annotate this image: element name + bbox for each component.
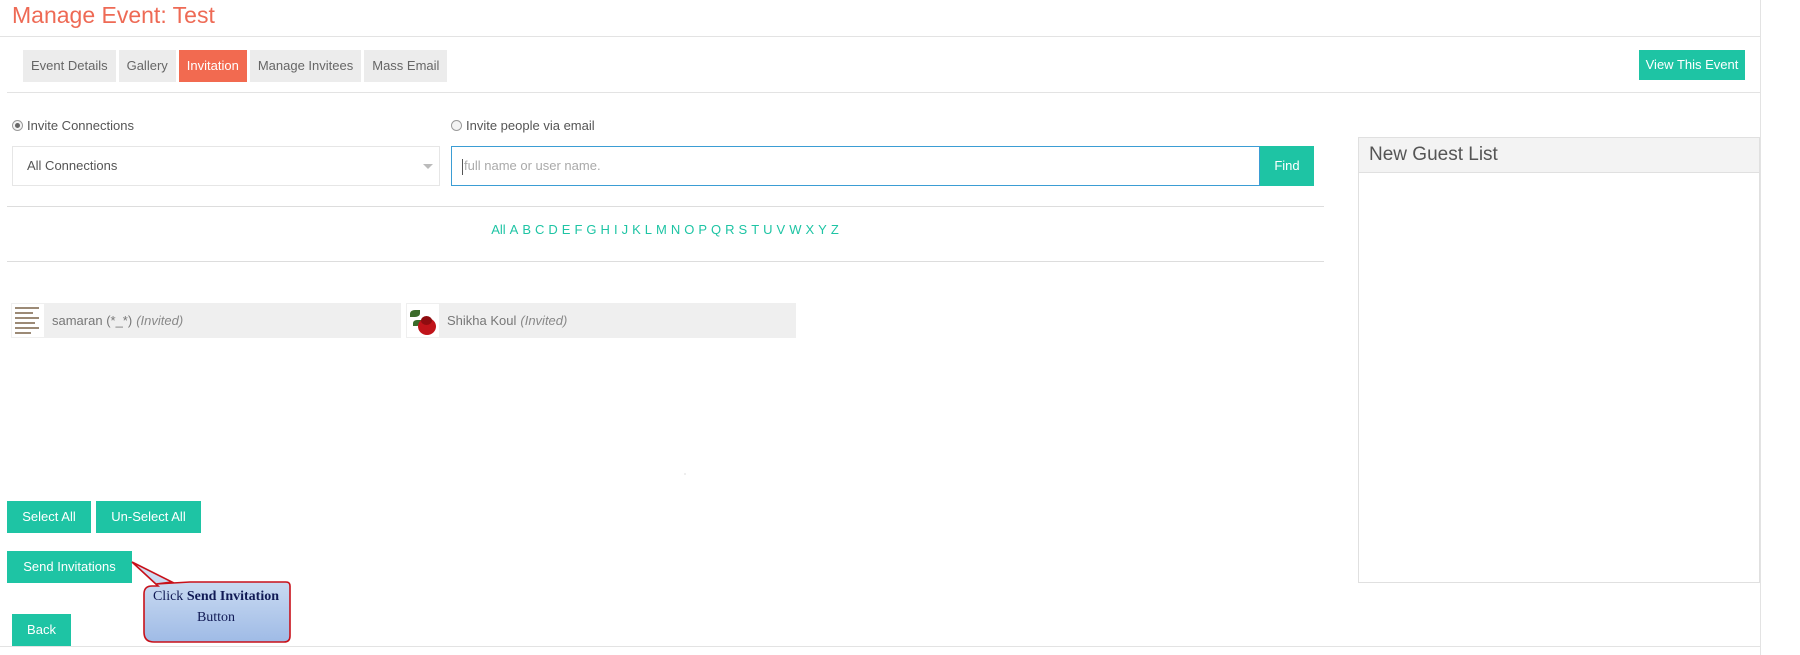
send-invitations-button[interactable]: Send Invitations (7, 551, 132, 583)
guest-list-title: New Guest List (1359, 138, 1759, 173)
footer-divider (0, 646, 1760, 647)
letter-filter-h[interactable]: H (601, 222, 610, 237)
search-placeholder: full name or user name. (464, 158, 601, 173)
letter-filter-all[interactable]: All (491, 222, 505, 237)
tabs-divider (7, 92, 1760, 93)
content-right-border (1760, 0, 1761, 655)
decorative-dot (684, 473, 686, 475)
connections-select[interactable]: All Connections (12, 146, 440, 186)
tab-event-details[interactable]: Event Details (23, 50, 116, 82)
letter-filter-k[interactable]: K (632, 222, 641, 237)
letter-filter-q[interactable]: Q (711, 222, 721, 237)
invite-email-label: Invite people via email (466, 118, 595, 133)
letter-filter-i[interactable]: I (614, 222, 618, 237)
header-divider (0, 36, 1760, 37)
tab-mass-email[interactable]: Mass Email (364, 50, 448, 82)
event-tabs: Event Details Gallery Invitation Manage … (23, 50, 448, 82)
letter-filter-u[interactable]: U (763, 222, 772, 237)
text-cursor (462, 158, 463, 175)
tab-gallery[interactable]: Gallery (118, 50, 176, 82)
letter-filter-y[interactable]: Y (818, 222, 827, 237)
search-input[interactable]: full name or user name. (451, 146, 1260, 186)
connection-name: Shikha Koul (447, 313, 517, 328)
invite-email-radio[interactable] (451, 120, 462, 131)
guest-list-panel: New Guest List (1358, 137, 1760, 583)
back-button[interactable]: Back (12, 614, 71, 646)
letter-filter-s[interactable]: S (739, 222, 748, 237)
letter-filter-n[interactable]: N (671, 222, 680, 237)
letter-filter-m[interactable]: M (656, 222, 667, 237)
page-title: Manage Event: Test (12, 2, 215, 28)
letter-filter-t[interactable]: T (751, 222, 759, 237)
search-divider (7, 206, 1324, 207)
letter-filter-x[interactable]: X (805, 222, 814, 237)
connection-card[interactable]: Shikha Koul (Invited) (406, 303, 796, 338)
tab-manage-invitees[interactable]: Manage Invitees (249, 50, 362, 82)
letter-filter-j[interactable]: J (622, 222, 629, 237)
connection-status: (Invited) (520, 313, 568, 328)
letter-filter-o[interactable]: O (684, 222, 694, 237)
chevron-down-icon (423, 164, 433, 169)
connection-name: samaran (*_*) (52, 313, 133, 328)
letter-filter-f[interactable]: F (574, 222, 582, 237)
letter-filter-w[interactable]: W (789, 222, 801, 237)
rose-icon (407, 304, 439, 337)
invite-connections-radio[interactable] (12, 120, 23, 131)
letter-filter-p[interactable]: P (698, 222, 707, 237)
select-all-button[interactable]: Select All (7, 501, 91, 533)
letter-filter-e[interactable]: E (562, 222, 571, 237)
letter-filter-z[interactable]: Z (831, 222, 839, 237)
letter-filter-l[interactable]: L (645, 222, 652, 237)
view-this-event-button[interactable]: View This Event (1639, 50, 1745, 80)
letter-filter-c[interactable]: C (535, 222, 544, 237)
unselect-all-button[interactable]: Un-Select All (96, 501, 201, 533)
connections-select-value: All Connections (27, 158, 118, 173)
find-button[interactable]: Find (1260, 146, 1314, 186)
callout-text: Click Send Invitation Button (152, 589, 280, 625)
tab-invitation[interactable]: Invitation (178, 50, 247, 82)
letter-filter-g[interactable]: G (586, 222, 596, 237)
letters-divider (7, 261, 1324, 262)
invite-connections-option[interactable]: Invite Connections (12, 118, 134, 133)
invite-email-option[interactable]: Invite people via email (451, 118, 595, 133)
letter-filter-r[interactable]: R (725, 222, 734, 237)
letter-filter-a[interactable]: A (510, 222, 519, 237)
connection-card[interactable]: samaran (*_*) (Invited) (11, 303, 401, 338)
invite-connections-label: Invite Connections (27, 118, 134, 133)
letter-filter-b[interactable]: B (522, 222, 531, 237)
letter-filter-v[interactable]: V (777, 222, 786, 237)
alphabet-filter: All A B C D E F G H I J K L M N O P Q R S T U V W X Y Z (0, 222, 1330, 237)
letter-filter-d[interactable]: D (548, 222, 557, 237)
connection-status: (Invited) (136, 313, 184, 328)
list-thumbnail-icon (12, 304, 44, 337)
